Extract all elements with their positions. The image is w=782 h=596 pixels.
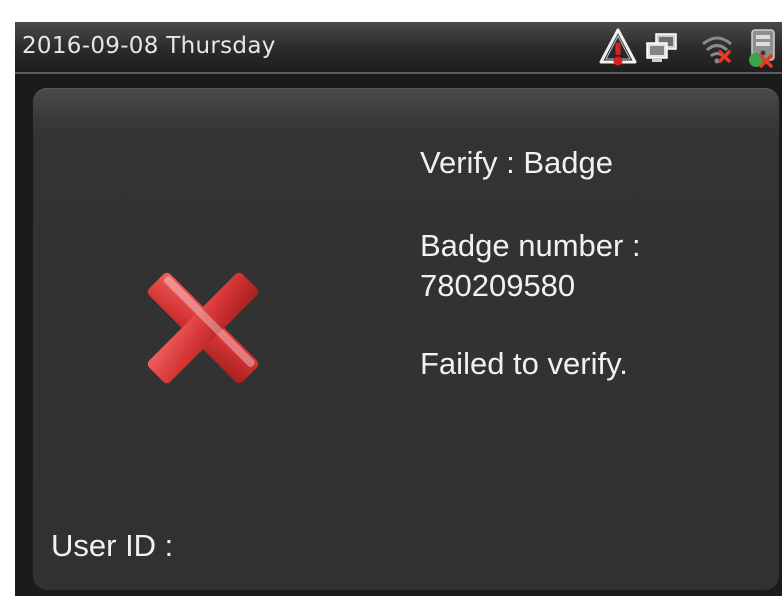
- failed-x-icon: [147, 272, 259, 384]
- verify-mode-label: Verify : Badge: [420, 145, 614, 180]
- network-computer-icon: [646, 33, 677, 62]
- status-datetime: 2016-09-08 Thursday: [22, 33, 276, 59]
- badge-number-value: 780209580: [420, 268, 576, 303]
- server-disconnected-icon: [749, 29, 775, 68]
- verification-result-message: Failed to verify.: [420, 346, 628, 381]
- verification-panel: Verify : Badge Badge number : 780209580 …: [33, 88, 779, 590]
- wifi-disconnected-icon: [702, 36, 732, 64]
- badge-number-label: Badge number :: [420, 228, 641, 263]
- status-icons: [597, 26, 782, 70]
- alarm-warning-icon: [599, 28, 637, 66]
- user-id-label: User ID :: [51, 528, 174, 563]
- device-screen: 2016-09-08 Thursday Verify: Badge Badge…: [15, 22, 782, 596]
- status-bar: 2016-09-08 Thursday: [15, 22, 782, 74]
